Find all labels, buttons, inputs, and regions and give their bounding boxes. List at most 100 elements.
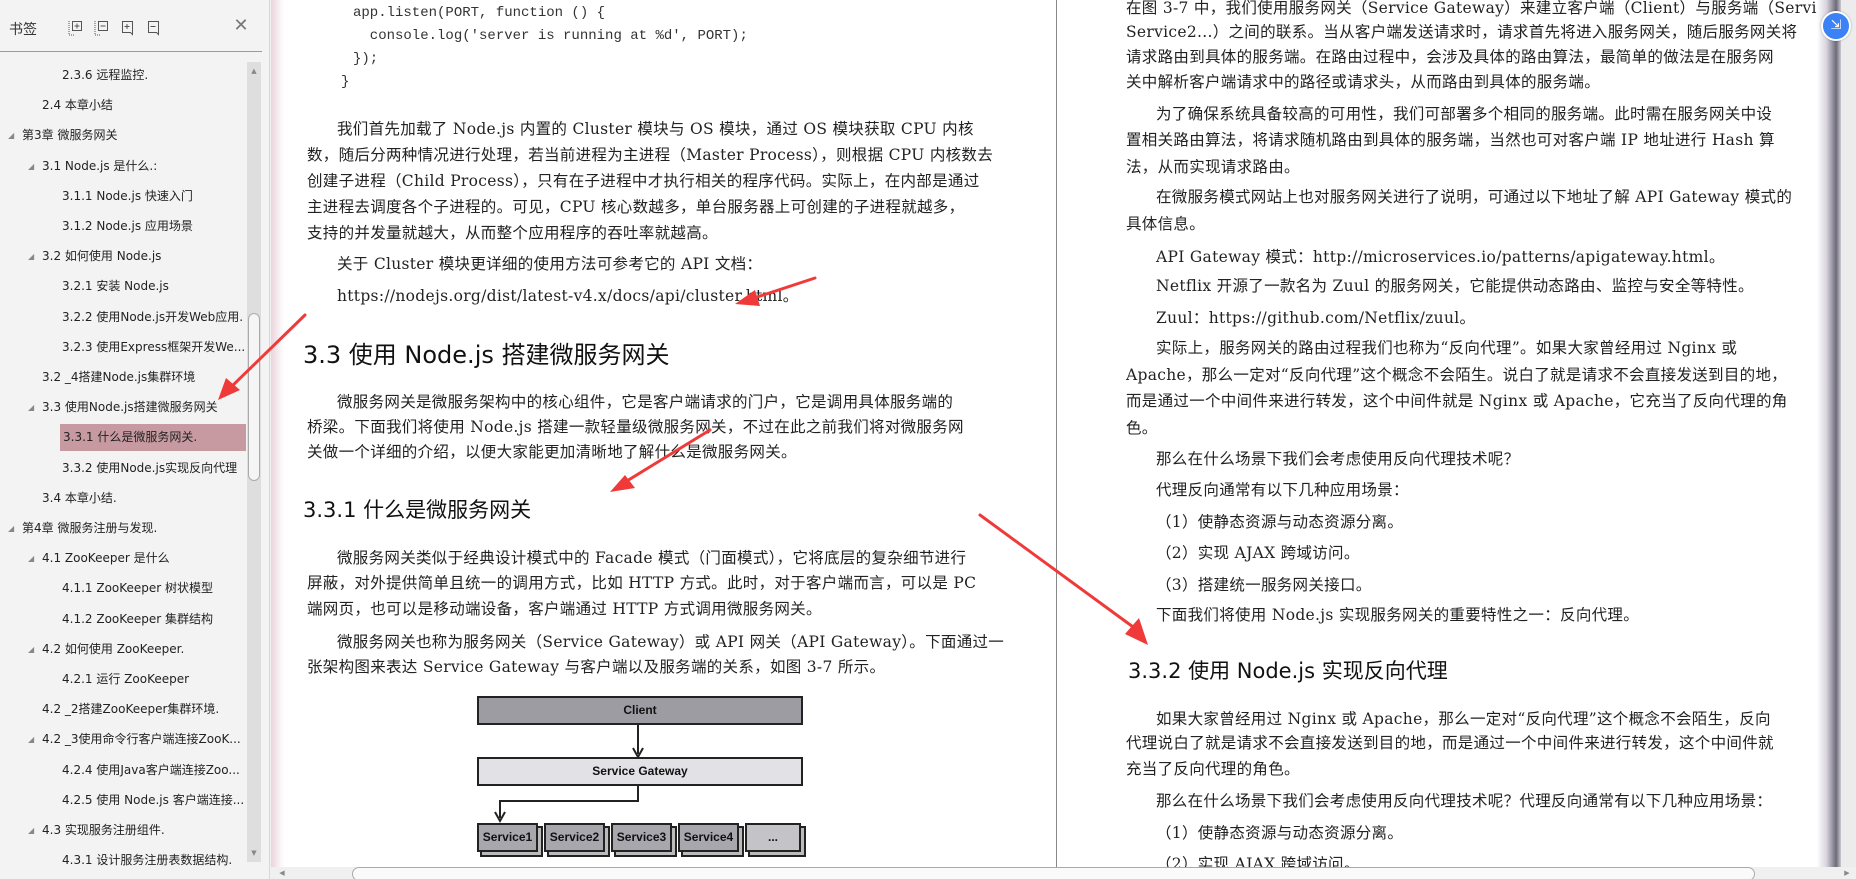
bookmark-item[interactable]: 4.2.4 使用Java客户端连接Zoo... <box>0 757 246 784</box>
paragraph-line: 而是通过一个中间件来进行转发，这个中间件就是 Nginx 或 Apache，它充… <box>1126 392 1788 410</box>
bookmark-item[interactable]: 3.2.1 安装 Node.js <box>0 273 246 300</box>
horizontal-scrollbar[interactable]: ◀ ▶ <box>271 867 1856 879</box>
bookmark-label: 3.4 本章小结. <box>42 490 117 505</box>
bookmark-label: 3.2.1 安装 Node.js <box>62 279 169 294</box>
diagram-service-box: ... <box>745 823 801 852</box>
expand-all-icon[interactable] <box>68 20 84 36</box>
paragraph-line: 在图 3-7 中，我们使用服务网关（Service Gateway）来建立客户端… <box>1126 0 1856 17</box>
scroll-right-arrow-icon[interactable]: ▶ <box>1840 867 1854 879</box>
bookmark-item[interactable]: 3.1.1 Node.js 快速入门 <box>0 183 246 210</box>
bookmark-label: 3.3.1 什么是微服务网关. <box>63 430 198 445</box>
bookmarks-scroll-thumb[interactable] <box>248 313 260 481</box>
diagram-service-box: Service4 <box>678 823 739 852</box>
paragraph-line: 请求路由到具体的服务端。在路由过程中，会涉及具体的路由算法，最简单的做法是在服务… <box>1126 48 1774 66</box>
expand-arrow-icon[interactable]: ◢ <box>28 636 38 663</box>
bookmark-item[interactable]: ◢ 4.2 _3使用命令行客户端连接ZooK... <box>0 726 246 753</box>
paragraph-line: 具体信息。 <box>1126 215 1206 233</box>
bookmark-label: 4.3.1 设计服务注册表数据结构. <box>62 853 233 868</box>
zuul-link[interactable]: Zuul：https://github.com/Netflix/zuul。 <box>1156 306 1475 328</box>
bookmark-label: 4.1.2 ZooKeeper 集群结构 <box>62 611 214 626</box>
bookmark-item[interactable]: ◢ 4.1 ZooKeeper 是什么 <box>0 545 246 572</box>
horizontal-scroll-thumb[interactable] <box>352 867 1755 879</box>
bookmark-item[interactable]: 3.3.2 使用Node.js实现反向代理 <box>0 455 246 482</box>
paragraph-line: Netflix 开源了一款名为 Zuul 的服务网关，它能提供动态路由、监控与安… <box>1156 277 1754 295</box>
paragraph-line: 为了确保系统具备较高的可用性，我们可部署多个相同的服务端。此时需在服务网关中设 <box>1156 105 1773 123</box>
bookmark-item[interactable]: ◢ 第4章 微服务注册与发现. <box>0 515 246 542</box>
document-viewer: app.listen(PORT, function () { console.l… <box>271 0 1856 867</box>
translate-float-button[interactable]: ⇲ <box>1821 11 1851 41</box>
expand-arrow-icon[interactable]: ◢ <box>28 243 38 270</box>
bookmark-item[interactable]: 3.1.2 Node.js 应用场景 <box>0 213 246 240</box>
expand-arrow-icon[interactable]: ◢ <box>28 726 38 753</box>
scroll-up-arrow-icon[interactable]: ▲ <box>247 64 261 78</box>
list-item: （1）使静态资源与动态资源分离。 <box>1156 513 1404 531</box>
bookmark-item[interactable]: ◢ 4.2 如何使用 ZooKeeper. <box>0 636 246 663</box>
paragraph-line: 下面我们将使用 Node.js 实现服务网关的重要特性之一：反向代理。 <box>1156 606 1640 624</box>
api-gateway-link[interactable]: API Gateway 模式：http://microservices.io/p… <box>1156 245 1725 267</box>
diagram-service-box: Service1 <box>477 823 538 852</box>
bookmark-label: 3.2.2 使用Node.js开发Web应用. <box>62 309 244 324</box>
expand-arrow-icon[interactable]: ◢ <box>28 153 38 180</box>
bookmark-item[interactable]: 4.2.1 运行 ZooKeeper <box>0 666 246 693</box>
diagram-service-box: Service2 <box>544 823 605 852</box>
expand-arrow-icon[interactable]: ◢ <box>28 545 38 572</box>
bookmark-item[interactable]: ◢ 3.3 使用Node.js搭建微服务网关 <box>0 394 246 421</box>
bookmark-item[interactable]: 2.4 本章小结 <box>0 92 246 119</box>
diagram-gateway-box: Service Gateway <box>477 757 803 786</box>
bookmark-label: 3.2 _4搭建Node.js集群环境 <box>42 370 196 384</box>
bookmark-item[interactable]: 3.2.2 使用Node.js开发Web应用. <box>0 304 246 331</box>
bookmark-item[interactable]: ◢ 3.1 Node.js 是什么.: <box>0 153 246 180</box>
bookmark-label: 3.2.3 使用Express框架开发We... <box>62 339 246 354</box>
bookmark-label: 3.3.2 使用Node.js实现反向代理 <box>62 460 238 475</box>
bookmark-item[interactable]: ◢ 3.2 如何使用 Node.js <box>0 243 246 270</box>
expand-arrow-icon[interactable]: ◢ <box>8 122 18 149</box>
paragraph-line: 如果大家曾经用过 Nginx 或 Apache，那么一定对“反向代理”这个概念不… <box>1156 710 1771 728</box>
diagram-service-box: Service3 <box>611 823 672 852</box>
bookmark-label: 4.2 _3使用命令行客户端连接ZooK... <box>42 732 241 747</box>
paragraph-line: 关中解析客户端请求中的路径或请求头，从而路由到具体的服务端。 <box>1126 73 1601 91</box>
paragraph-line: 那么在什么场景下我们会考虑使用反向代理技术呢？代理反向通常有以下几种应用场景： <box>1156 792 1773 810</box>
bookmark-item[interactable]: 4.3.1 设计服务注册表数据结构. <box>0 847 246 874</box>
bookmark-label: 4.1 ZooKeeper 是什么 <box>42 551 170 566</box>
bookmark-item[interactable]: 4.2 _2搭建ZooKeeper集群环境. <box>0 696 246 723</box>
paragraph-line: 代理反向通常有以下几种应用场景： <box>1156 481 1409 499</box>
section-heading-3-3-2: 3.3.2 使用 Node.js 实现反向代理 <box>1128 659 1448 683</box>
bookmark-label: 第3章 微服务网关 <box>22 128 118 143</box>
paragraph-line: 实际上，服务网关的路由过程我们也称为“反向代理”。如果大家曾经用过 Nginx … <box>1156 339 1738 357</box>
bookmark-item[interactable]: 3.3.1 什么是微服务网关. <box>60 424 246 452</box>
paragraph-line: Apache，那么一定对“反向代理”这个概念不会陌生。说白了就是请求不会直接发送… <box>1126 366 1788 384</box>
expand-arrow-icon[interactable]: ◢ <box>28 817 38 844</box>
bookmark-item[interactable]: ◢ 4.3 实现服务注册组件. <box>0 817 246 844</box>
bookmark-item[interactable]: 3.2.3 使用Express框架开发We... <box>0 334 246 361</box>
expand-arrow-icon[interactable]: ◢ <box>28 394 38 421</box>
paragraph-line: 置相关路由算法，将请求随机路由到具体的服务端，当然也可对客户端 IP 地址进行 … <box>1126 131 1775 149</box>
bookmark-item[interactable]: 4.2.5 使用 Node.js 客户端连接... <box>0 787 246 814</box>
bookmark-label: 3.1 Node.js 是什么.: <box>42 158 158 173</box>
bookmark-label: 4.2.1 运行 ZooKeeper <box>62 672 190 686</box>
bookmarks-scrollbar[interactable]: ▲ ▼ <box>247 62 261 862</box>
bookmark-item[interactable]: 3.4 本章小结. <box>0 485 246 512</box>
bookmark-item[interactable]: 2.3.6 远程监控. <box>0 62 246 89</box>
bookmark-item[interactable]: 3.2 _4搭建Node.js集群环境 <box>0 364 246 391</box>
bookmark-label: 4.3 实现服务注册组件. <box>42 823 165 837</box>
bookmark-item[interactable]: 4.1.2 ZooKeeper 集群结构 <box>0 606 246 633</box>
add-bookmark-icon[interactable] <box>120 20 136 36</box>
scroll-left-arrow-icon[interactable]: ◀ <box>275 867 289 879</box>
paragraph-line: 充当了反向代理的角色。 <box>1126 760 1300 778</box>
expand-arrow-icon[interactable]: ◢ <box>8 515 18 542</box>
bookmark-tree: 2.3.6 远程监控. 2.4 本章小结 ◢ 第3章 微服务网关 ◢ 3.1 Node.j… <box>0 62 246 879</box>
close-icon[interactable]: ✕ <box>233 17 249 35</box>
viewer-background-strip <box>1841 0 1856 867</box>
diagram-connectors <box>494 725 644 824</box>
collapse-all-icon[interactable] <box>94 20 110 36</box>
list-item: （3）搭建统一服务网关接口。 <box>1156 576 1372 594</box>
bookmarks-header: 书签 ✕ <box>0 0 262 52</box>
bookmarks-title: 书签 <box>9 22 37 38</box>
scroll-down-arrow-icon[interactable]: ▼ <box>247 846 261 860</box>
bookmark-label: 第4章 微服务注册与发现. <box>22 521 158 535</box>
bookmark-item[interactable]: ◢ 第3章 微服务网关 <box>0 122 246 149</box>
bookmark-label: 4.2.4 使用Java客户端连接Zoo... <box>62 762 240 777</box>
bookmark-item[interactable]: 4.1.1 ZooKeeper 树状模型 <box>0 575 246 602</box>
paragraph-line: Service2...）之间的联系。当从客户端发送请求时，请求首先将进入服务网关… <box>1126 23 1798 41</box>
remove-bookmark-icon[interactable] <box>146 20 162 36</box>
